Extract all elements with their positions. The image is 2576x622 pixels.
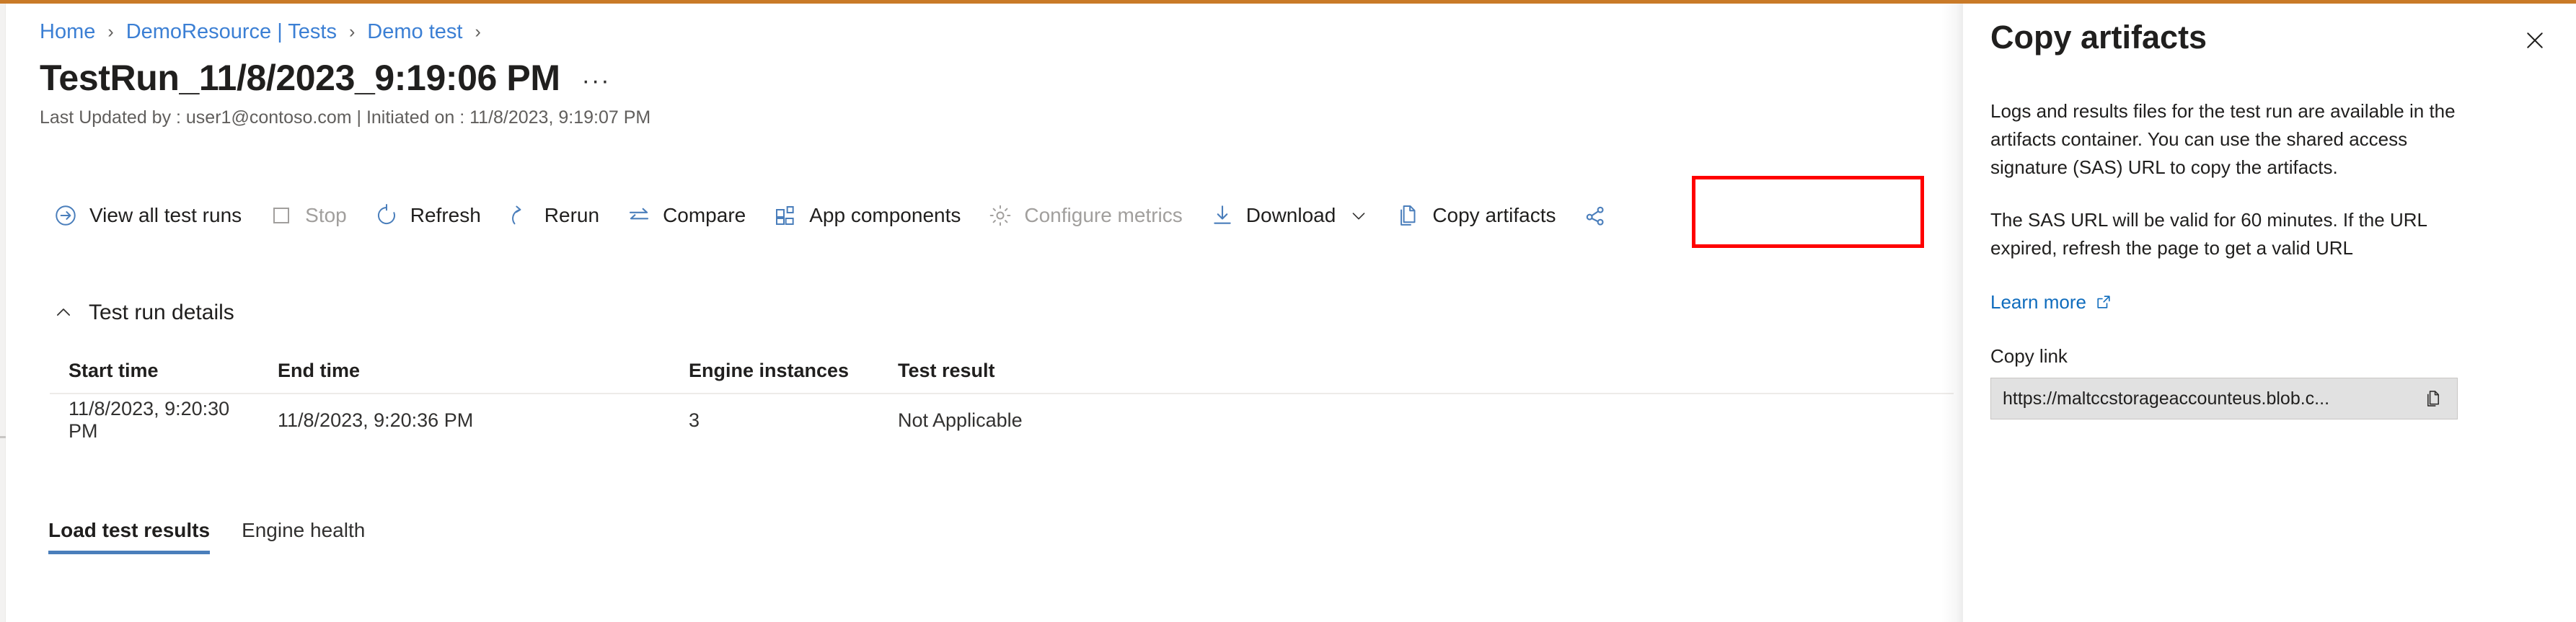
title-row: TestRun_11/8/2023_9:19:06 PM ··· [40, 58, 611, 98]
panel-header: Copy artifacts [1963, 4, 2576, 83]
test-run-details-section-header[interactable]: Test run details [51, 299, 234, 326]
refresh-icon [374, 203, 399, 228]
cell-end-time: 11/8/2023, 9:20:36 PM [259, 394, 670, 446]
tab-load-test-results[interactable]: Load test results [32, 518, 226, 559]
breadcrumb-item-demo-test[interactable]: Demo test [367, 19, 462, 44]
arrow-right-circle-icon [53, 203, 78, 228]
chevron-up-icon [51, 301, 76, 325]
command-share[interactable] [1569, 187, 1633, 244]
section-title: Test run details [89, 299, 234, 326]
chevron-down-icon [1349, 205, 1369, 226]
breadcrumb-separator: › [107, 19, 113, 44]
command-configure-metrics[interactable]: Configure metrics [974, 187, 1196, 244]
panel-paragraph-2: The SAS URL will be valid for 60 minutes… [1990, 206, 2466, 262]
command-rerun[interactable]: Rerun [495, 187, 613, 244]
external-link-icon [2095, 293, 2112, 311]
copy-link-field[interactable] [1990, 378, 2458, 419]
learn-more-link[interactable]: Learn more [1990, 290, 2112, 314]
stop-square-icon [269, 203, 294, 228]
breadcrumb-separator: › [349, 19, 355, 44]
copy-link-label: Copy link [1990, 345, 2553, 368]
command-copy-artifacts[interactable]: Copy artifacts [1382, 187, 1569, 244]
more-actions-ellipsis-icon[interactable]: ··· [582, 68, 611, 93]
rerun-icon [508, 203, 533, 228]
panel-body: Logs and results files for the test run … [1990, 97, 2553, 419]
app-root: Home › DemoResource | Tests › Demo test … [0, 0, 2576, 622]
copy-link-input[interactable] [2003, 387, 2417, 410]
column-header-engine-instances: Engine instances [670, 348, 879, 393]
command-view-all-test-runs[interactable]: View all test runs [40, 187, 255, 244]
command-bar: View all test runs Stop Refresh [40, 187, 1633, 244]
tab-label: Engine health [242, 519, 365, 541]
top-accent-bar [0, 0, 2576, 4]
cell-engine-instances: 3 [670, 394, 879, 446]
table-header-row: Start time End time Engine instances Tes… [50, 348, 1954, 394]
command-download[interactable]: Download [1196, 187, 1383, 244]
command-label: Rerun [544, 203, 599, 228]
download-icon [1210, 203, 1235, 228]
table-row[interactable]: 11/8/2023, 9:20:30 PM 11/8/2023, 9:20:36… [50, 394, 1954, 446]
page-subtitle: Last Updated by : user1@contoso.com | In… [40, 107, 650, 128]
column-header-test-result: Test result [879, 348, 1312, 393]
command-label: Stop [305, 203, 347, 228]
cell-test-result: Not Applicable [879, 394, 1312, 446]
command-compare[interactable]: Compare [613, 187, 759, 244]
panel-paragraph-1: Logs and results files for the test run … [1990, 97, 2466, 182]
app-components-icon [773, 203, 798, 228]
command-label: App components [809, 203, 961, 228]
command-stop[interactable]: Stop [255, 187, 361, 244]
command-label: Refresh [410, 203, 481, 228]
gear-icon [988, 203, 1013, 228]
close-icon[interactable] [2514, 19, 2556, 61]
command-label: Compare [663, 203, 746, 228]
breadcrumb-item-home[interactable]: Home [40, 19, 95, 44]
left-rail-notch [0, 436, 6, 438]
page-title: TestRun_11/8/2023_9:19:06 PM [40, 58, 560, 98]
compare-arrows-icon [627, 203, 651, 228]
command-label: Configure metrics [1024, 203, 1182, 228]
breadcrumb-separator-trailing: › [475, 19, 480, 44]
panel-title: Copy artifacts [1990, 18, 2207, 57]
left-rail-strip [0, 4, 6, 622]
breadcrumb-item-demoresource-tests[interactable]: DemoResource | Tests [126, 19, 337, 44]
command-refresh[interactable]: Refresh [361, 187, 495, 244]
command-app-components[interactable]: App components [759, 187, 974, 244]
column-header-start-time: Start time [50, 348, 259, 393]
copy-documents-icon [1396, 203, 1421, 228]
copy-to-clipboard-icon[interactable] [2417, 382, 2450, 415]
tab-engine-health[interactable]: Engine health [226, 518, 381, 559]
breadcrumb: Home › DemoResource | Tests › Demo test … [40, 19, 493, 44]
command-label: View all test runs [89, 203, 242, 228]
command-label: Copy artifacts [1432, 203, 1556, 228]
command-label: Download [1246, 203, 1336, 228]
pivot-tabs: Load test results Engine health [32, 501, 381, 559]
main-content: Home › DemoResource | Tests › Demo test … [6, 4, 1963, 622]
tab-label: Load test results [48, 519, 210, 541]
copy-artifacts-panel: Copy artifacts Logs and results files fo… [1963, 4, 2576, 622]
column-header-end-time: End time [259, 348, 670, 393]
test-run-details-table: Start time End time Engine instances Tes… [50, 348, 1954, 446]
share-icon [1583, 203, 1607, 228]
cell-start-time: 11/8/2023, 9:20:30 PM [50, 394, 259, 446]
learn-more-label: Learn more [1990, 290, 2086, 314]
